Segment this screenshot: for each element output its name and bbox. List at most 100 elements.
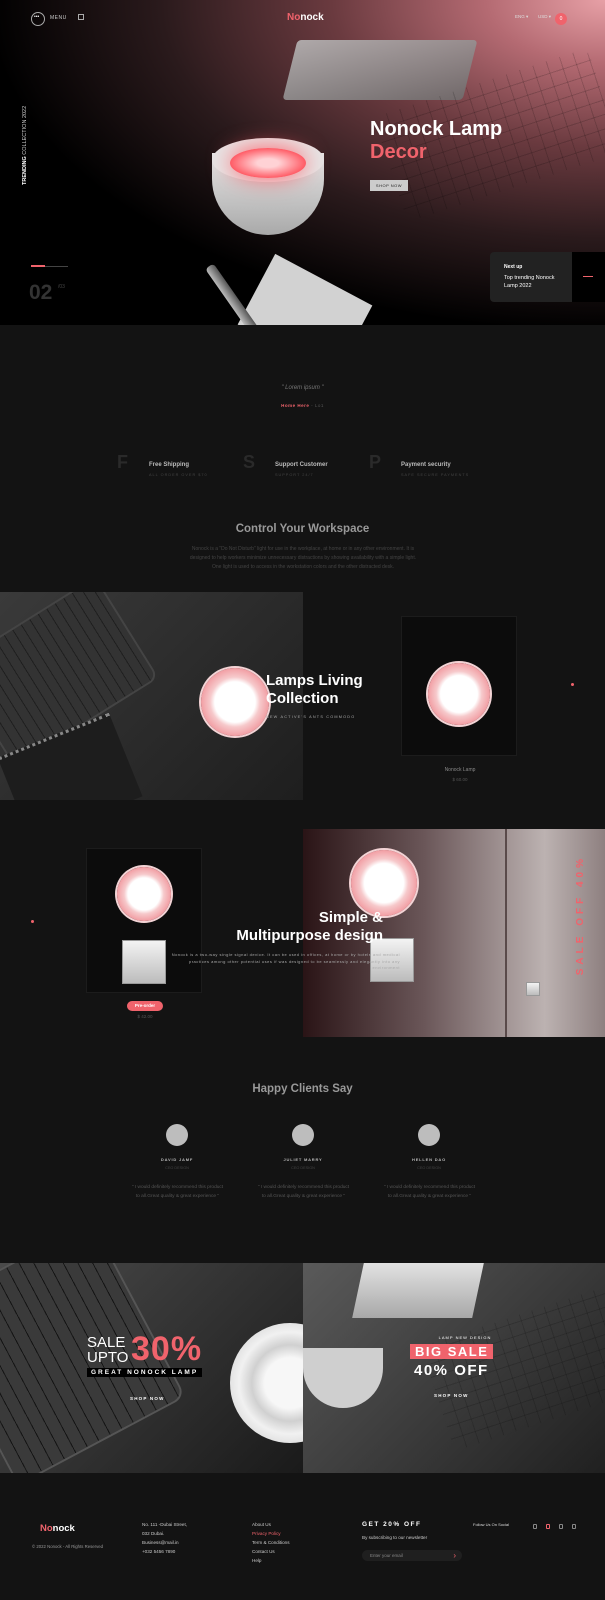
feature-letter: F: [117, 452, 128, 472]
currency-value: USD: [538, 14, 548, 19]
youtube-icon[interactable]: [572, 1524, 576, 1529]
collection-text: COLLECTION 2022: [22, 105, 28, 155]
next-title: Top trending Nonock Lamp 2022: [504, 275, 555, 289]
hero-title-accent: Decor: [370, 141, 427, 163]
bag-icon[interactable]: [78, 14, 84, 20]
newsletter-text: By subscribing to our newsletter: [362, 1535, 428, 1540]
social-label: Follow Us On Social: [473, 1522, 510, 1527]
feature-title: Free Shipping: [149, 462, 190, 468]
switch-image: [122, 940, 166, 984]
simple-text: Nonock is a two-way single signal device…: [171, 952, 400, 970]
simple-title-line2: Multipurpose design: [236, 927, 383, 944]
currency-select[interactable]: USD ▾: [538, 14, 551, 20]
hero-title: Nonock Lamp: [370, 118, 503, 140]
client-name: JULIET MARRY: [283, 1157, 323, 1162]
slider-dot[interactable]: [31, 920, 34, 923]
door-edge: [505, 829, 507, 1037]
menu-icon[interactable]: [31, 12, 45, 26]
avatar: [418, 1124, 440, 1146]
slide-progress: [31, 265, 68, 267]
newsletter-email-input[interactable]: Enter your email: [362, 1550, 462, 1561]
lamp-image: [117, 867, 171, 921]
workspace-text: Nonock is a "Do Not Disturb" light for u…: [189, 546, 417, 570]
testimonials-heading: Happy Clients Say: [252, 1083, 353, 1095]
client-name: DAVID JAMF: [160, 1157, 194, 1162]
lamp-bowl-image: [230, 1323, 303, 1443]
product-price: $ 60.00: [452, 777, 468, 782]
language-select[interactable]: ENG ▾: [515, 14, 528, 20]
slide-number: 02: [29, 281, 53, 304]
simple-title-line1: Simple &: [318, 909, 383, 926]
feature-sub: ALL ORDER OVER $70: [149, 473, 208, 477]
client-role: CEO DESIGN: [165, 1166, 189, 1170]
instagram-icon[interactable]: [546, 1524, 550, 1529]
living-title-line2: Collection: [266, 690, 339, 707]
right-percent: 40% OFF: [414, 1362, 489, 1379]
living-subtitle: NEW ACTIVE'S ANTS COMMODO: [266, 715, 356, 719]
newsletter-heading: GET 20% OFF: [362, 1521, 422, 1528]
left-shop-button[interactable]: SHOP NOW: [130, 1396, 165, 1401]
feature-sub: SUPPORT 24/7: [275, 473, 314, 477]
hero-shop-button[interactable]: SHOP NOW: [370, 180, 408, 191]
product-price: $ 42.00: [137, 1014, 153, 1019]
lamp-bowl-image: [303, 1348, 383, 1408]
avatar: [166, 1124, 188, 1146]
lamp-image: [428, 663, 490, 725]
product-name[interactable]: Nonock Lamp: [420, 767, 500, 773]
workspace-heading: Control Your Workspace: [235, 523, 370, 535]
sale-vertical-text: SALE OFF 40%: [575, 855, 586, 976]
trending-text: TRENDING: [22, 156, 28, 185]
breadcrumb-home[interactable]: Home Here: [281, 403, 309, 408]
feature-letter: S: [243, 452, 256, 472]
footer-logo[interactable]: Nonock: [40, 1523, 75, 1534]
slide-total: /03: [58, 284, 65, 290]
site-logo[interactable]: Nonock: [287, 12, 324, 23]
client-quote: " I would definitely recommend this prod…: [131, 1185, 224, 1199]
avatar: [292, 1124, 314, 1146]
cart-badge[interactable]: 0: [555, 13, 567, 25]
trending-label: TRENDING COLLECTION 2022: [22, 106, 28, 185]
slider-dot[interactable]: [571, 683, 574, 686]
logo-first: No: [287, 12, 301, 23]
next-arrow-button[interactable]: [572, 252, 605, 302]
client-role: CEO DESIGN: [417, 1166, 441, 1170]
feature-sub: SAFE SECURE PAYMENTS: [401, 473, 470, 477]
living-title-line1: Lamps Living: [266, 672, 363, 689]
lamp-image: [201, 668, 269, 736]
feature-letter: P: [369, 452, 382, 472]
client-role: CEO DESIGN: [291, 1166, 315, 1170]
left-sale: SALE: [87, 1334, 126, 1351]
footer-logo-first: No: [40, 1523, 53, 1534]
right-big-sale: BIG SALE: [410, 1344, 494, 1359]
language-value: ENG: [515, 14, 525, 19]
monitor-image: [352, 1263, 484, 1318]
monitor-image: [282, 40, 478, 100]
left-sale-words: SALE UPTO: [87, 1335, 128, 1365]
preorder-badge[interactable]: Pre-order: [127, 1001, 163, 1011]
client-quote: " I would definitely recommend this prod…: [383, 1185, 476, 1199]
right-shop-button[interactable]: SHOP NOW: [434, 1393, 469, 1398]
client-name: HELLEN DAO: [412, 1157, 446, 1162]
lamp-image: [351, 850, 417, 916]
living-title: Lamps Living Collection: [266, 672, 363, 708]
next-label: Next up: [504, 264, 523, 270]
twitter-icon[interactable]: [559, 1524, 563, 1529]
address-phone[interactable]: +032 5456 7890: [142, 1547, 175, 1557]
right-small-text: LAMP NEW DESIGN: [438, 1335, 492, 1340]
menu-label[interactable]: MENU: [50, 15, 67, 21]
breadcrumb: Home Here - Lo1: [0, 403, 605, 408]
feature-title: Payment security: [401, 462, 451, 468]
footer-link-help[interactable]: Help: [252, 1556, 261, 1566]
left-sale-percent: 30%: [131, 1330, 203, 1368]
simple-title: Simple & Multipurpose design: [218, 909, 383, 945]
lamp-glow-image: [230, 148, 306, 178]
feature-title: Support Customer: [275, 462, 328, 468]
facebook-icon[interactable]: [533, 1524, 537, 1529]
intro-quote: " Lorem ipsum ": [281, 385, 324, 391]
left-sale-tag: GREAT NONOCK LAMP: [87, 1368, 203, 1377]
left-upto: UPTO: [87, 1349, 129, 1366]
client-quote: " I would definitely recommend this prod…: [257, 1185, 350, 1199]
logo-rest: nock: [300, 12, 324, 23]
copyright: © 2022 Nonock - All Rights Reserved: [32, 1544, 103, 1549]
footer-logo-rest: nock: [52, 1523, 75, 1534]
